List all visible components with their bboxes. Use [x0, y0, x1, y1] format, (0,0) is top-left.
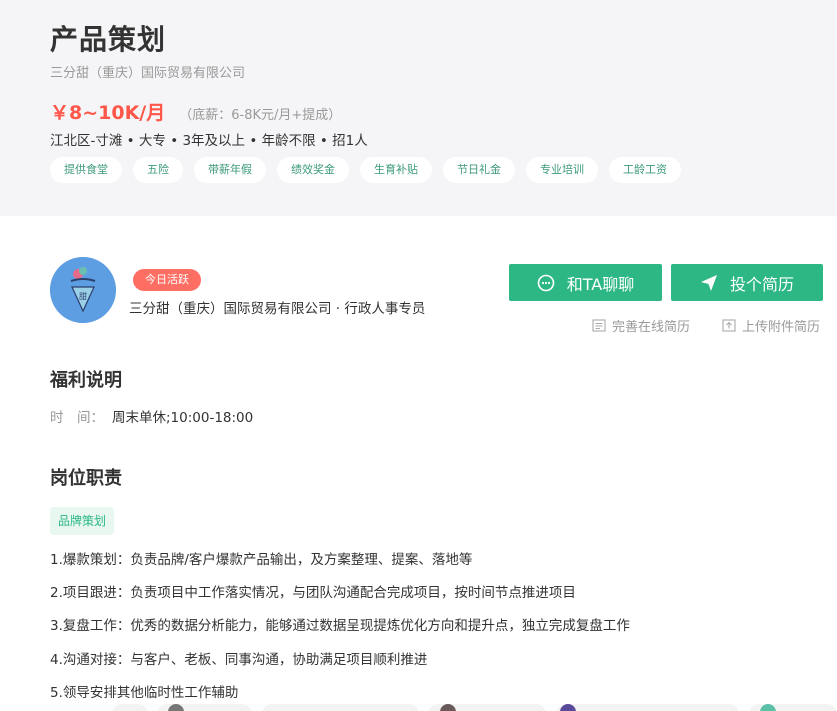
salary-note: （底薪：6-8K元/月+提成） [179, 108, 342, 123]
bottom-floating-bar [0, 700, 837, 711]
job-header: 产品策划 三分甜（重庆）国际贸易有限公司 ￥8~10K/月 （底薪：6-8K元/… [0, 0, 837, 216]
benefit-tag: 专业培训 [526, 157, 598, 183]
complete-resume-link[interactable]: 完善在线简历 [592, 316, 690, 335]
work-time-row: 时 间： 周末单休;10:00-18:00 [50, 406, 253, 426]
chat-button-label: 和TA聊聊 [566, 274, 635, 294]
duty-item: 5.领导安排其他临时性工作辅助 [50, 685, 239, 701]
duty-item: 3.复盘工作：优秀的数据分析能力，能够通过数据呈现提炼优化方向和提升点，独立完成… [50, 618, 630, 634]
upload-resume-label: 上传附件简历 [742, 320, 821, 335]
salary: ￥8~10K/月 [50, 102, 166, 124]
company-logo-icon: 甜 [50, 257, 116, 323]
apply-button[interactable]: 投个简历 [671, 264, 823, 301]
benefit-tag: 生育补贴 [360, 157, 432, 183]
company-name[interactable]: 三分甜（重庆）国际贸易有限公司 [50, 62, 245, 81]
salary-row: ￥8~10K/月 （底薪：6-8K元/月+提成） [50, 98, 341, 125]
benefit-tag: 绩效奖金 [277, 157, 349, 183]
recruiter-info: 三分甜（重庆）国际贸易有限公司 · 行政人事专员 [129, 301, 426, 317]
benefit-tag: 节日礼金 [443, 157, 515, 183]
job-title: 产品策划 [50, 23, 167, 56]
complete-resume-label: 完善在线简历 [612, 320, 691, 335]
benefit-tag: 带薪年假 [194, 157, 266, 183]
job-requirements: 江北区-寸滩 • 大专 • 3年及以上 • 年龄不限 • 招1人 [50, 133, 368, 149]
work-time-value: 周末单休;10:00-18:00 [112, 410, 254, 426]
benefit-tag: 五险 [133, 157, 183, 183]
duty-item: 1.爆款策划：负责品牌/客户爆款产品输出，及方案整理、提案、落地等 [50, 552, 473, 568]
duty-item: 4.沟通对接：与客户、老板、同事沟通，协助满足项目顺利推进 [50, 652, 428, 668]
work-time-label: 时 间： [50, 410, 104, 426]
apply-button-label: 投个简历 [729, 274, 794, 294]
benefit-tag: 提供食堂 [50, 157, 122, 183]
duty-tag: 品牌策划 [50, 507, 115, 535]
welfare-section-title: 福利说明 [50, 370, 122, 391]
benefit-tags: 提供食堂 五险 带薪年假 绩效奖金 生育补贴 节日礼金 专业培训 工龄工资 [50, 157, 681, 183]
document-icon [592, 319, 606, 332]
recruiter-avatar[interactable]: 甜 [50, 257, 116, 323]
benefit-tag: 工龄工资 [609, 157, 681, 183]
duties-section-title: 岗位职责 [50, 468, 122, 489]
duty-item: 2.项目跟进：负责项目中工作落实情况，与团队沟通配合完成项目，按时间节点推进项目 [50, 585, 576, 601]
floating-chip[interactable] [556, 704, 739, 711]
floating-chip[interactable] [112, 704, 148, 711]
svg-text:甜: 甜 [79, 291, 87, 301]
upload-icon [722, 319, 736, 332]
send-icon [700, 274, 718, 292]
floating-chip[interactable] [262, 704, 419, 711]
active-badge: 今日活跃 [133, 269, 201, 291]
upload-resume-link[interactable]: 上传附件简历 [722, 316, 820, 335]
chat-bubble-icon [537, 274, 555, 292]
chat-button[interactable]: 和TA聊聊 [509, 264, 662, 301]
